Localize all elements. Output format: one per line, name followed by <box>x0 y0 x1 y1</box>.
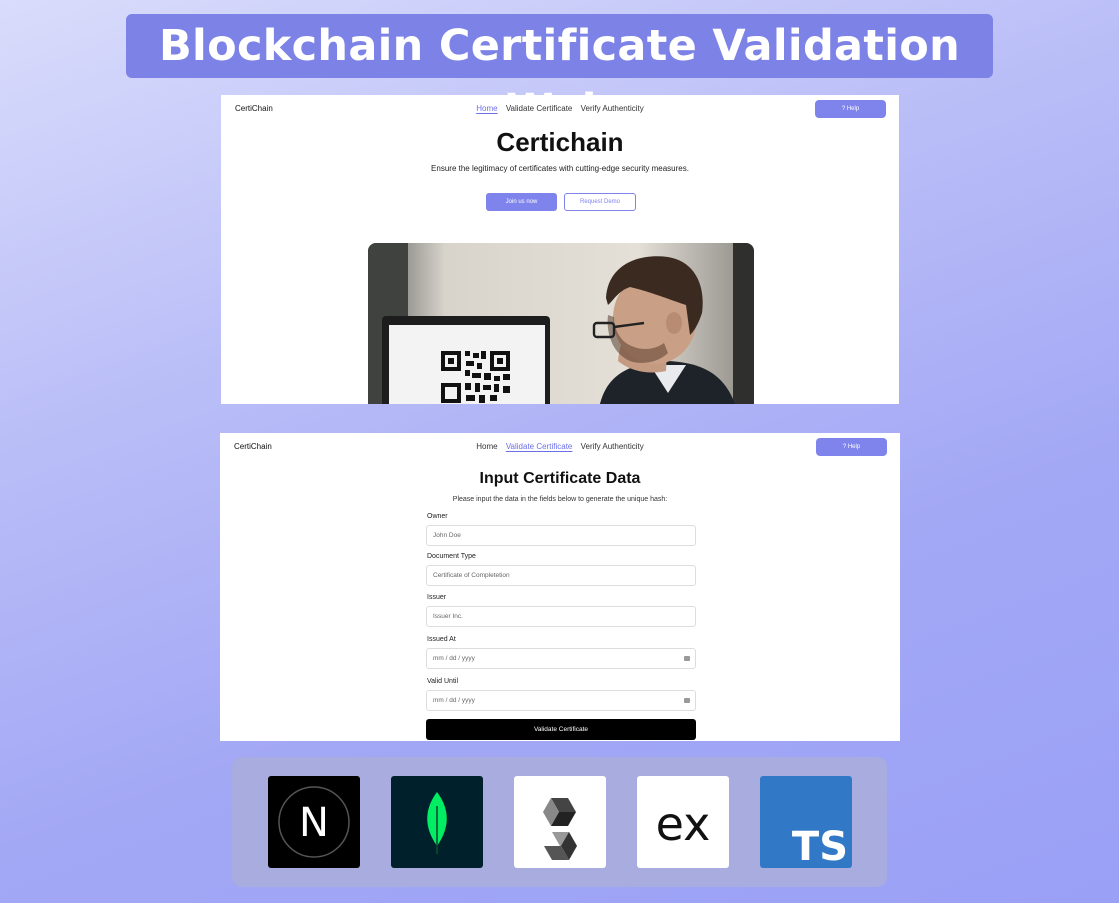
document-type-label: Document Type <box>427 553 476 560</box>
typescript-logo-icon: TS <box>760 776 852 868</box>
valid-until-placeholder: mm / dd / yyyy <box>433 697 475 704</box>
nav-links: Home Validate Certificate Verify Authent… <box>221 104 899 113</box>
form-subtitle: Please input the data in the fields belo… <box>452 496 668 503</box>
nav-home[interactable]: Home <box>476 104 497 113</box>
nav-validate-certificate[interactable]: Validate Certificate <box>506 104 573 113</box>
owner-label: Owner <box>427 513 448 520</box>
home-page-screenshot: CertiChain Home Validate Certificate Ver… <box>221 95 899 404</box>
navbar: CertiChain Home Validate Certificate Ver… <box>220 433 900 461</box>
valid-until-label: Valid Until <box>427 678 458 685</box>
form-title: Input Certificate Data <box>479 470 641 487</box>
tech-stack-bar: N ex TS <box>232 757 887 887</box>
banner-title: Blockchain Certificate Validation Web <box>126 14 993 135</box>
nav-verify-authenticity[interactable]: Verify Authenticity <box>581 104 644 113</box>
mongodb-logo-icon <box>391 776 483 868</box>
help-button[interactable]: ? Help <box>816 438 887 456</box>
express-letters: ex <box>656 797 711 851</box>
nextjs-logo-icon: N <box>268 776 360 868</box>
calendar-icon[interactable] <box>684 698 690 703</box>
validate-certificate-button[interactable]: Validate Certificate <box>426 719 696 740</box>
nav-links: Home Validate Certificate Verify Authent… <box>220 442 900 451</box>
owner-input[interactable]: John Doe <box>426 525 696 546</box>
typescript-letters: TS <box>792 824 848 868</box>
document-type-input[interactable]: Certificate of Completetion <box>426 565 696 586</box>
issued-at-label: Issued At <box>427 636 456 643</box>
issued-at-date-input[interactable]: mm / dd / yyyy <box>426 648 696 669</box>
express-logo-icon: ex <box>637 776 729 868</box>
issued-at-placeholder: mm / dd / yyyy <box>433 655 475 662</box>
valid-until-date-input[interactable]: mm / dd / yyyy <box>426 690 696 711</box>
help-button[interactable]: ? Help <box>815 100 886 118</box>
nav-validate-certificate[interactable]: Validate Certificate <box>506 442 573 451</box>
nextjs-letter: N <box>299 800 329 846</box>
join-us-button[interactable]: Join us now <box>486 193 557 211</box>
request-demo-button[interactable]: Request Demo <box>564 193 636 211</box>
nav-home[interactable]: Home <box>476 442 497 451</box>
hero-image <box>368 243 754 404</box>
page-title: Certichain <box>496 127 624 157</box>
issuer-input[interactable]: Issuer Inc. <box>426 606 696 627</box>
solidity-logo-icon <box>514 776 606 868</box>
validate-page-screenshot: CertiChain Home Validate Certificate Ver… <box>220 433 900 741</box>
calendar-icon[interactable] <box>684 656 690 661</box>
page-subtitle: Ensure the legitimacy of certificates wi… <box>431 164 689 173</box>
issuer-label: Issuer <box>427 594 447 601</box>
nav-verify-authenticity[interactable]: Verify Authenticity <box>581 442 644 451</box>
navbar: CertiChain Home Validate Certificate Ver… <box>221 95 899 123</box>
